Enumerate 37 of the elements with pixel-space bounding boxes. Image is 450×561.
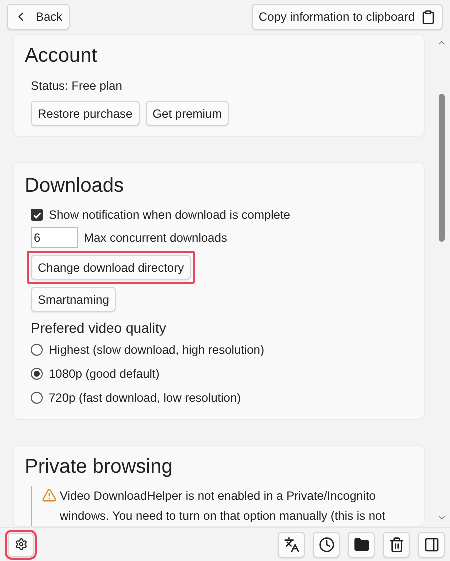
- subsection-title: Prefered video quality: [31, 319, 168, 338]
- sidebar-icon: [424, 536, 440, 552]
- translate-icon: [284, 536, 300, 552]
- trash-icon: [388, 536, 404, 552]
- back-button[interactable]: Back: [7, 4, 70, 30]
- copy-button[interactable]: Copy information to clipboard: [252, 4, 443, 30]
- max-downloads-field[interactable]: 6: [31, 227, 78, 248]
- toolbar-button[interactable]: [278, 532, 305, 558]
- quality-radio[interactable]: [31, 368, 43, 380]
- field-label: Max concurrent downloads: [84, 230, 228, 246]
- section-title: Private browsing: [25, 455, 174, 480]
- clipboard-icon: [421, 10, 436, 24]
- notification-checkbox[interactable]: [31, 209, 43, 221]
- quality-radio[interactable]: [31, 344, 43, 356]
- toolbar-button[interactable]: [313, 532, 340, 558]
- status-text: Status: Free plan: [31, 78, 124, 95]
- toolbar-button[interactable]: [348, 532, 375, 558]
- warning-text: Video DownloadHelper is not enabled in a Private/Incognito windows. You need to turn on that option manually (this is not: [60, 488, 386, 525]
- checkbox-label: Show notification when download is complete: [49, 207, 290, 224]
- toolbar-button[interactable]: [418, 532, 445, 558]
- checkmark-icon: [32, 210, 42, 220]
- account-button[interactable]: Restore purchase: [31, 101, 140, 126]
- clock-icon: [318, 536, 334, 552]
- radio-label: 1080p (good default): [49, 366, 160, 383]
- quality-radio[interactable]: [31, 392, 43, 404]
- settings-icon: [14, 538, 28, 551]
- download-button[interactable]: Change download directory: [31, 255, 192, 280]
- folder-icon: [354, 536, 370, 552]
- warning-icon: [42, 488, 57, 503]
- radio-label: Highest (slow download, high resolution): [49, 342, 264, 359]
- radio-label: 720p (fast download, low resolution): [49, 390, 242, 407]
- section-title: Account: [25, 44, 98, 69]
- section-title: Downloads: [25, 174, 125, 199]
- account-button[interactable]: Get premium: [146, 101, 230, 126]
- toolbar-button[interactable]: [383, 532, 410, 558]
- scrollbar-thumb[interactable]: [439, 94, 445, 242]
- download-button[interactable]: Smartnaming: [31, 287, 116, 312]
